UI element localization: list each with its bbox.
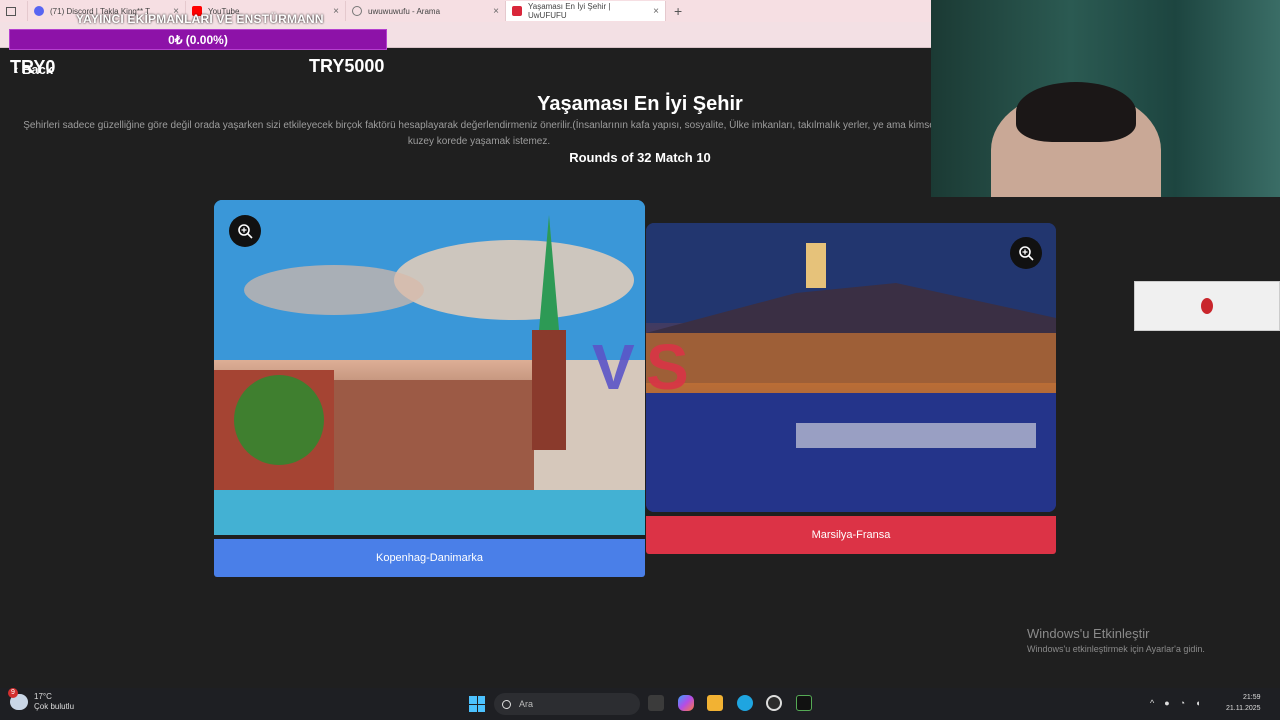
logo-icon xyxy=(1201,298,1213,314)
notification-badge: 9 xyxy=(8,688,18,698)
start-button[interactable] xyxy=(469,696,485,712)
copenhagen-photo xyxy=(214,200,645,535)
back-label: Back xyxy=(21,62,54,77)
marseille-photo xyxy=(646,223,1056,512)
screen: (71) Discord | Takla King** T × YouTube … xyxy=(0,0,1280,720)
close-icon[interactable]: × xyxy=(325,6,339,17)
zoom-in-button[interactable] xyxy=(1010,237,1042,269)
system-tray: ^ ● ◔ ◖ xyxy=(1150,698,1201,708)
choice-image-left[interactable] xyxy=(214,200,645,535)
windows-taskbar: 9 17°C Çok bulutlu Ara ^ ● ◔ ◖ 21:59 21.… xyxy=(0,688,1280,720)
back-button[interactable]: ‹ Back xyxy=(14,62,53,77)
obs-icon[interactable] xyxy=(766,695,782,711)
choice-button-left[interactable]: Kopenhag-Danimarka xyxy=(214,539,645,577)
search-icon xyxy=(502,699,511,709)
stream-widget xyxy=(1134,281,1280,331)
wifi-icon[interactable]: ◔ xyxy=(1180,698,1185,708)
page-description: Şehirleri sadece güzelliğine göre değil … xyxy=(23,120,935,147)
activation-heading: Windows'u Etkinleştir xyxy=(1027,626,1150,641)
choice-image-right[interactable] xyxy=(646,223,1056,512)
weather-desc: Çok bulutlu xyxy=(34,702,75,711)
clock-date: 21.11.2025 xyxy=(1226,705,1261,712)
zoom-in-icon xyxy=(1019,246,1034,261)
cloud-icon: 9 xyxy=(8,688,28,710)
close-icon[interactable]: × xyxy=(645,6,659,17)
balance-goal: TRY5000 xyxy=(309,56,385,76)
copilot-icon[interactable] xyxy=(678,695,694,711)
terminal-icon[interactable] xyxy=(796,695,812,711)
microphone-icon[interactable]: ● xyxy=(1164,698,1169,708)
search-icon xyxy=(352,6,362,16)
progress-text: 0₺ (0.00%) xyxy=(168,32,228,47)
choice-label: Kopenhag-Danimarka xyxy=(375,552,483,564)
uwufufu-icon xyxy=(512,6,522,16)
file-explorer-icon[interactable] xyxy=(707,695,723,711)
new-tab-button[interactable]: + xyxy=(666,3,690,19)
clock-time: 21:59 xyxy=(1242,694,1261,701)
vs-letter-s: S xyxy=(646,331,689,403)
donation-progress-bar: 0₺ (0.00%) xyxy=(9,29,387,50)
close-icon[interactable]: × xyxy=(485,6,499,17)
vs-letter-v: V xyxy=(592,331,635,403)
tab-label: uwuwuwufu - Arama xyxy=(368,6,441,16)
activation-subtitle: Windows'u etkinleştirmek için Ayarlar'a … xyxy=(1027,644,1205,654)
browser-menu-icon[interactable] xyxy=(0,1,28,21)
person-hair xyxy=(1016,82,1136,142)
choice-label: Marsilya-Fransa xyxy=(811,529,891,541)
tab-active-uwufufu[interactable]: Yaşaması En İyi Şehir | UwUFUFU × xyxy=(506,1,666,21)
tab-search[interactable]: uwuwuwufu - Arama × xyxy=(346,1,506,21)
clock[interactable]: 21:59 21.11.2025 xyxy=(1226,692,1261,714)
tab-label: Yaşaması En İyi Şehir | UwUFUFU xyxy=(528,2,611,20)
speaker-icon[interactable]: ◖ xyxy=(1195,698,1200,708)
zoom-in-icon xyxy=(238,224,253,239)
chevron-left-icon: ‹ xyxy=(14,62,22,77)
windows-activation-watermark: Windows'u Etkinleştir Windows'u etkinleş… xyxy=(1027,626,1205,654)
zoom-in-button[interactable] xyxy=(229,215,261,247)
weather-temp: 17°C xyxy=(34,692,52,701)
chevron-up-icon[interactable]: ^ xyxy=(1150,698,1154,708)
webcam-feed xyxy=(931,0,1280,197)
search-placeholder: Ara xyxy=(519,699,534,709)
discord-icon xyxy=(34,6,44,16)
stream-goal-title: YAYINCI EKİPMANLARI VE ENSTÜRMANN xyxy=(76,12,324,26)
task-view-icon[interactable] xyxy=(648,695,664,711)
taskbar-search[interactable]: Ara xyxy=(494,693,640,715)
edge-browser-icon[interactable] xyxy=(737,695,753,711)
weather-widget[interactable]: 9 17°C Çok bulutlu xyxy=(8,688,75,712)
choice-button-right[interactable]: Marsilya-Fransa xyxy=(646,516,1056,554)
